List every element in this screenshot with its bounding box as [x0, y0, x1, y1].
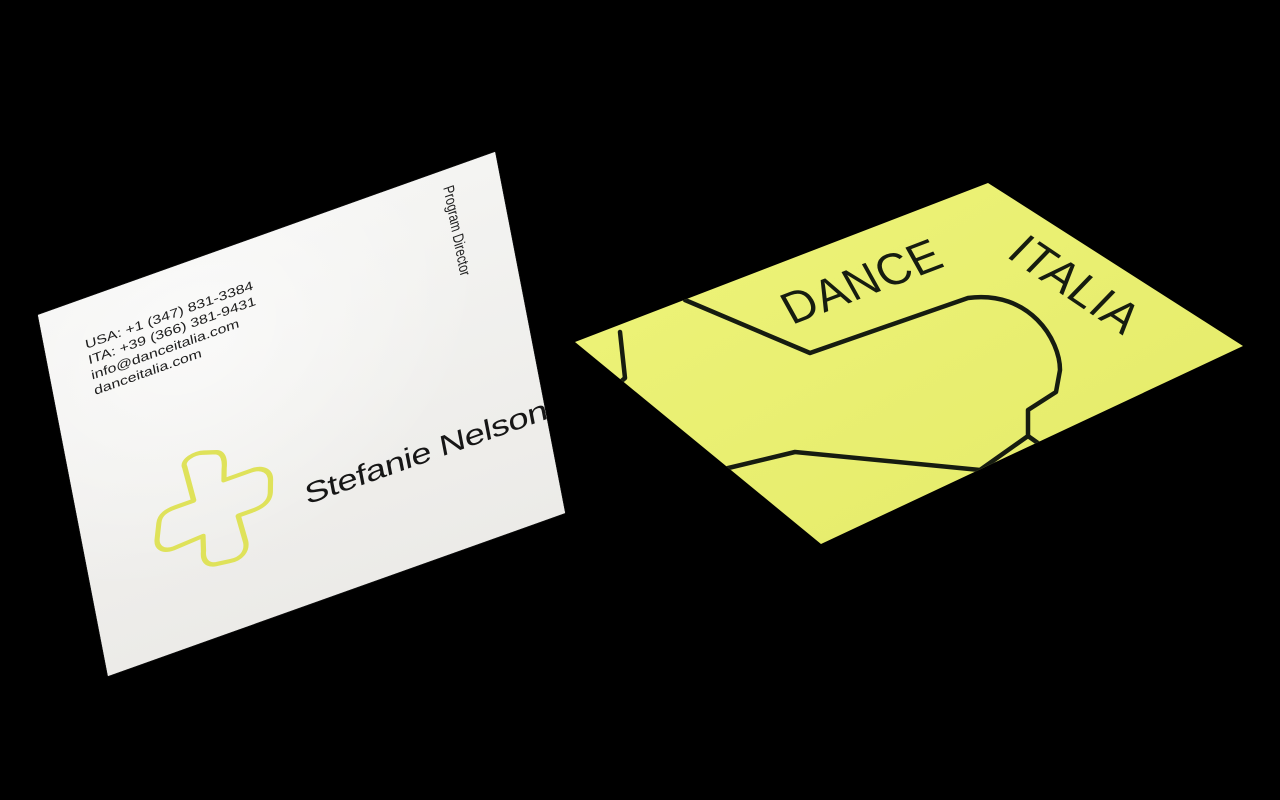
contact-info: USA: +1 (347) 831-3384 ITA: +39 (366) 38…	[84, 277, 264, 398]
job-title: Program Director	[439, 182, 475, 279]
photo-scene: DANCE ITALIA USA: +1 (347) 831-3384 ITA:…	[0, 0, 1280, 800]
person-name: Stefanie Nelson	[301, 393, 550, 512]
cross-outline-logo-icon	[154, 449, 274, 567]
